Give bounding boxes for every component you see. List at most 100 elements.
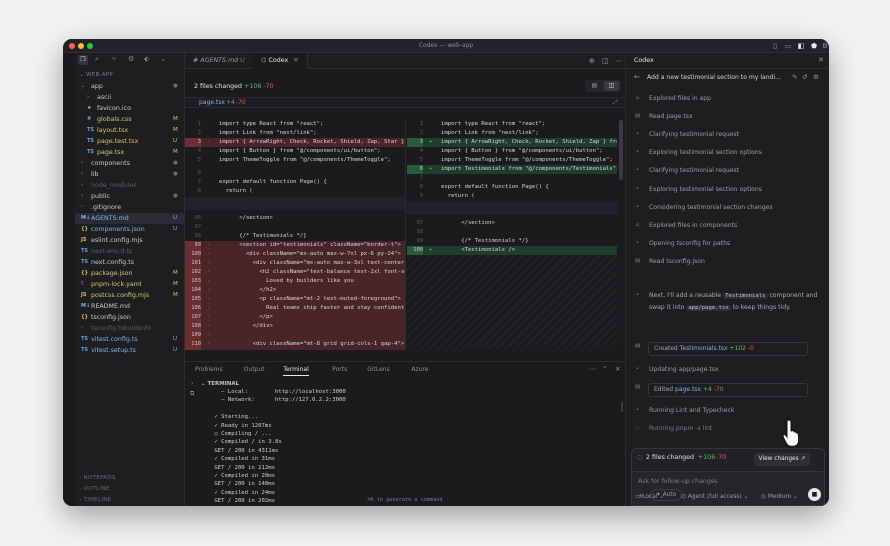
file-tree-item[interactable]: M↓ README.md: [75, 301, 185, 312]
diff-line: 108- </div>: [185, 322, 405, 331]
file-tree-item[interactable]: ⌄ app ●: [75, 81, 185, 92]
maximize-window-button[interactable]: [87, 43, 93, 49]
follow-up-input[interactable]: Ask for follow-up changes: [638, 478, 718, 485]
diff-file-header[interactable]: page.tsx +4 -70 ⤢: [185, 97, 625, 108]
file-tree-item[interactable]: › components ●: [75, 158, 185, 169]
created-file-card[interactable]: Created Testimonials.tsx +102 -0: [648, 342, 808, 356]
file-tree-item[interactable]: › node_modules: [75, 180, 185, 191]
expand-icon[interactable]: ⤢: [613, 99, 618, 107]
minimize-window-button[interactable]: [78, 43, 84, 49]
close-icon[interactable]: ✕: [818, 56, 824, 64]
line-number: 3: [185, 138, 201, 147]
diff-scrollbar[interactable]: [619, 120, 623, 180]
edited-file-card[interactable]: Edited page.tsx +4 -70: [648, 383, 808, 397]
panel-tab-terminal[interactable]: Terminal: [283, 364, 309, 376]
panel-tab-ports[interactable]: Ports: [332, 364, 347, 376]
file-tree-item[interactable]: ! pnpm-lock.yaml M: [75, 279, 185, 290]
shield-icon[interactable]: ⬟: [810, 42, 818, 50]
terminal-scrollbar[interactable]: [621, 402, 623, 412]
view-changes-button[interactable]: View changes ↗: [754, 453, 810, 466]
files-icon[interactable]: ❐: [78, 55, 88, 65]
line-number: 99: [416, 238, 424, 244]
file-tree-item[interactable]: › public ●: [75, 191, 185, 202]
chevron-right-icon[interactable]: ›: [191, 380, 193, 387]
file-tree-item[interactable]: TS vitest.config.ts U: [75, 334, 185, 345]
file-name: AGENTS.md: [91, 215, 129, 222]
file-tree-item[interactable]: {} components.json U: [75, 224, 185, 235]
file-tree-item[interactable]: M↓ AGENTS.md U: [75, 213, 185, 224]
folder-search-icon: ⌂: [635, 221, 640, 228]
footer-model-dropdown[interactable]: ◎ Medium ⌄: [761, 494, 798, 500]
more-icon[interactable]: ⋯: [615, 57, 622, 65]
terminal-split-icon[interactable]: ⧉: [190, 390, 194, 398]
git-status: M: [173, 270, 178, 276]
terminal-line: – Local: http://localhost:3000: [211, 389, 346, 395]
explorer-section-outline[interactable]: › OUTLINE: [79, 486, 110, 492]
file-tree-item[interactable]: TS layout.tsx M: [75, 125, 185, 136]
panel-tab-azure[interactable]: Azure: [411, 364, 428, 376]
tab-codex[interactable]: ⌬ Codex ✕: [253, 53, 308, 69]
file-tree-item[interactable]: TS next-env.d.ts: [75, 246, 185, 257]
globe-icon[interactable]: ⊕: [589, 57, 595, 65]
chevron-down-icon[interactable]: ⌄: [160, 55, 166, 63]
diff-line: 109-: [185, 331, 405, 340]
split-editor-icon[interactable]: ◫: [602, 57, 609, 65]
history-icon[interactable]: ↺: [802, 73, 807, 81]
file-tree-item[interactable]: · tsconfig.tsbuildinfo: [75, 323, 185, 334]
spinner-icon: ◌: [637, 454, 643, 461]
diff-collapsed-region[interactable]: [407, 202, 617, 215]
file-name: vitest.setup.ts: [91, 347, 136, 354]
search-icon[interactable]: ⌕: [95, 55, 99, 64]
file-tree-item[interactable]: › lib ●: [75, 169, 185, 180]
diff-marker: -: [207, 278, 211, 284]
diff-marker: -: [207, 323, 211, 329]
settings-icon[interactable]: ⚙: [128, 55, 134, 63]
diff-line: 100- <div className="mx-auto max-w-7xl p…: [185, 250, 405, 259]
step-text: Explored files in app: [649, 95, 712, 102]
file-tree-item[interactable]: TS next.config.ts: [75, 257, 185, 268]
file-tree-item[interactable]: TS page.tsx M: [75, 147, 185, 158]
split-view-icon[interactable]: ◫: [604, 81, 619, 91]
codex-panel-icon[interactable]: ◧: [797, 42, 805, 50]
file-tree-item[interactable]: › ascii: [75, 92, 185, 103]
explorer-section-notepads[interactable]: › NOTEPADS: [79, 475, 116, 481]
tab-agents-md[interactable]: # AGENTS.md U: [185, 53, 254, 69]
diff-collapsed-region[interactable]: [185, 197, 405, 210]
close-tab-icon[interactable]: ✕: [293, 57, 298, 64]
file-tree-item[interactable]: · .gitignore: [75, 202, 185, 213]
extensions-icon[interactable]: ⬖: [144, 55, 149, 63]
footer-local-dropdown[interactable]: ▭ Local ⌄: [635, 494, 664, 500]
git-status: M: [173, 292, 178, 298]
file-tree-item[interactable]: JS postcss.config.mjs M: [75, 290, 185, 301]
inline-view-icon[interactable]: ▤: [587, 81, 602, 91]
file-name: vitest.config.ts: [91, 336, 138, 343]
toggle-panel-icon[interactable]: ▭: [784, 42, 792, 50]
file-tree-item[interactable]: ★ favicon.ico: [75, 103, 185, 114]
footer-agent-dropdown[interactable]: ⌬ Agent (full access) ⌄: [681, 494, 748, 500]
diff-right-pane: 1 import type React from "react"; 2 import …: [407, 120, 617, 350]
settings-icon[interactable]: ⚙: [813, 73, 819, 81]
settings-icon[interactable]: ⚙: [821, 42, 829, 50]
back-arrow-icon[interactable]: ←: [634, 73, 640, 81]
file-tree-item[interactable]: {} package.json M: [75, 268, 185, 279]
file-tree-item[interactable]: # globals.css M: [75, 114, 185, 125]
close-panel-icon[interactable]: ✕: [615, 365, 620, 373]
panel-tab-output[interactable]: Output: [244, 364, 265, 376]
file-tree-item[interactable]: TS page.test.tsx U: [75, 136, 185, 147]
more-icon[interactable]: ⋯: [589, 365, 596, 373]
explorer-section-timeline[interactable]: › TIMELINE: [79, 497, 111, 503]
file-tree-item[interactable]: TS vitest.setup.ts U: [75, 345, 185, 356]
stop-button[interactable]: ■: [808, 488, 821, 501]
file-tree-item[interactable]: JS eslint.config.mjs: [75, 235, 185, 246]
edit-icon[interactable]: ✎: [792, 73, 797, 81]
window-title: Codex — web-app: [418, 42, 474, 49]
toggle-sidebar-icon[interactable]: ▯: [771, 42, 779, 50]
panel-tab-problems[interactable]: Problems: [195, 364, 223, 376]
close-window-button[interactable]: [69, 43, 75, 49]
file-tree-item[interactable]: {} tsconfig.json: [75, 312, 185, 323]
line-number: 3: [407, 138, 423, 147]
chevron-up-icon[interactable]: ⌃: [602, 365, 607, 373]
diff-file-removed: -70: [236, 99, 246, 106]
panel-tab-gitlens[interactable]: GitLens: [367, 364, 390, 376]
source-control-icon[interactable]: ⑂: [112, 55, 116, 63]
